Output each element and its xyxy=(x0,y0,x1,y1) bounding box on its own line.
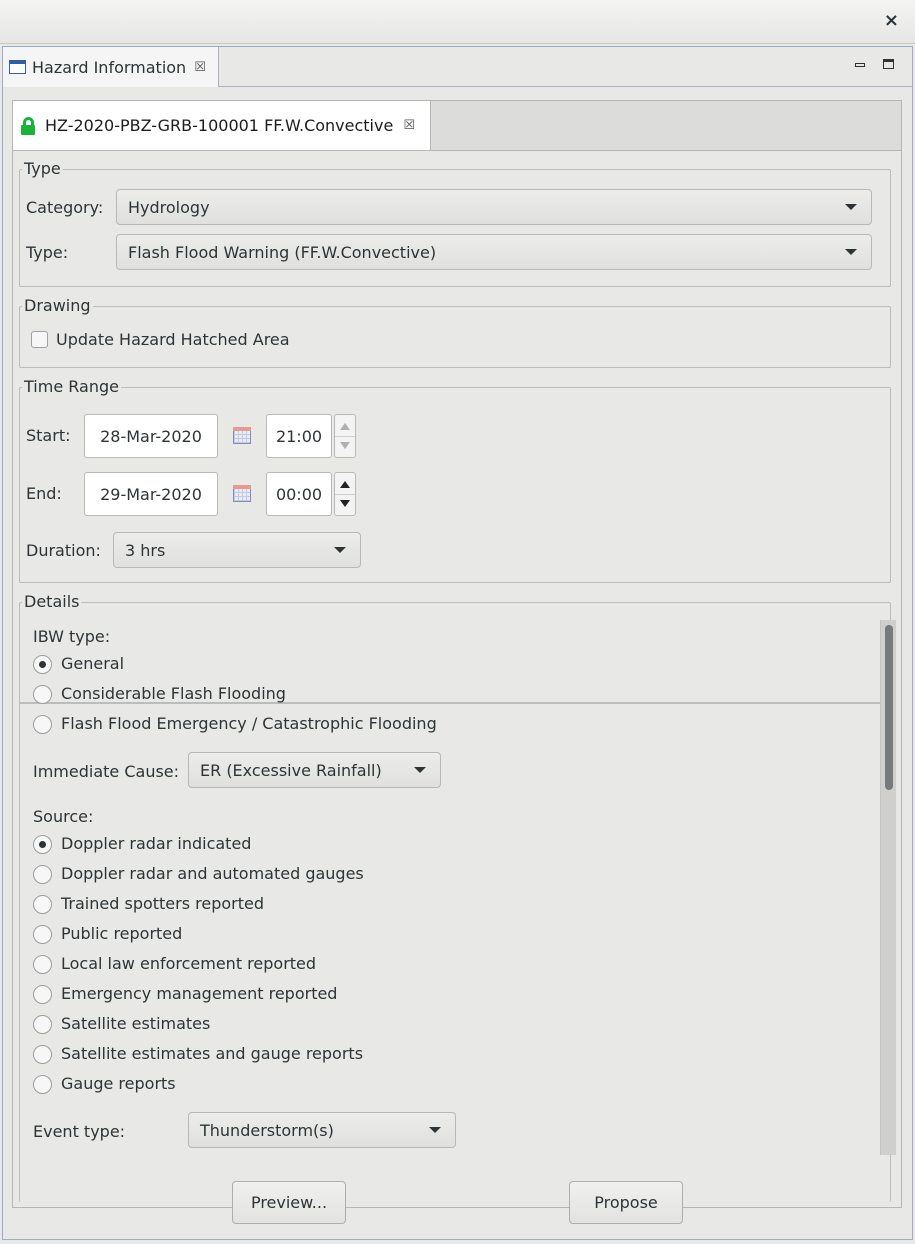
immediate-cause-select[interactable]: ER (Excessive Rainfall) xyxy=(188,752,441,788)
scrollbar-thumb[interactable] xyxy=(885,625,893,790)
radio-icon xyxy=(33,1014,52,1034)
start-time-spinner[interactable] xyxy=(334,414,356,458)
propose-button[interactable]: Propose xyxy=(569,1181,683,1224)
radio-label: Public reported xyxy=(61,924,183,943)
view-controls xyxy=(855,57,894,69)
editor-tab-close-icon[interactable]: ☒ xyxy=(403,118,415,133)
end-time-field[interactable]: 00:00 xyxy=(266,472,332,516)
tab-hazard-information[interactable]: Hazard Information ☒ xyxy=(3,47,219,87)
window-titlebar: × xyxy=(0,0,915,44)
start-date-field[interactable]: 28-Mar-2020 xyxy=(84,414,218,458)
radio-label: Emergency management reported xyxy=(61,984,338,1003)
radio-label: Considerable Flash Flooding xyxy=(61,684,286,703)
source-option[interactable]: Satellite estimates and gauge reports xyxy=(33,1044,363,1064)
category-value: Hydrology xyxy=(128,197,210,217)
chevron-down-icon xyxy=(845,204,857,210)
source-option[interactable]: Trained spotters reported xyxy=(33,894,264,914)
radio-label: Satellite estimates and gauge reports xyxy=(61,1044,364,1063)
event-type-value: Thunderstorm(s) xyxy=(200,1120,334,1140)
chevron-down-icon xyxy=(334,547,346,553)
immediate-cause-label: Immediate Cause: xyxy=(33,762,180,781)
end-time-spinner[interactable] xyxy=(334,472,356,516)
hazard-information-view: Hazard Information ☒ HZ-2020-PBZ-GRB-100… xyxy=(2,46,913,1240)
duration-label: Duration: xyxy=(26,541,101,560)
type-group-legend: Type xyxy=(22,159,63,179)
radio-label: Doppler radar and automated gauges xyxy=(61,864,364,883)
source-option[interactable]: Local law enforcement reported xyxy=(33,954,316,974)
editor-body: Type Category: Hydrology Type: Flash Flo… xyxy=(13,150,901,1207)
ibw-option-general[interactable]: General xyxy=(33,654,124,674)
duration-select[interactable]: 3 hrs xyxy=(113,532,361,568)
radio-icon xyxy=(33,1074,52,1094)
start-time-field[interactable]: 21:00 xyxy=(266,414,332,458)
category-select[interactable]: Hydrology xyxy=(116,189,872,225)
radio-label: Doppler radar indicated xyxy=(61,834,252,853)
immediate-cause-value: ER (Excessive Rainfall) xyxy=(200,760,382,780)
time-range-legend: Time Range xyxy=(22,377,121,397)
view-tab-close-icon[interactable]: ☒ xyxy=(194,60,206,75)
radio-label: Flash Flood Emergency / Catastrophic Flo… xyxy=(61,714,437,733)
source-option[interactable]: Gauge reports xyxy=(33,1074,176,1094)
radio-label: Satellite estimates xyxy=(61,1014,211,1033)
ibw-type-label: IBW type: xyxy=(33,627,111,646)
hazard-editor: HZ-2020-PBZ-GRB-100001 FF.W.Convective ☒… xyxy=(12,100,902,1208)
maximize-icon[interactable] xyxy=(883,59,894,69)
update-hatched-label: Update Hazard Hatched Area xyxy=(56,330,290,349)
preview-button[interactable]: Preview... xyxy=(232,1181,346,1224)
source-option[interactable]: Emergency management reported xyxy=(33,984,337,1004)
source-option[interactable]: Satellite estimates xyxy=(33,1014,210,1034)
source-option[interactable]: Doppler radar indicated xyxy=(33,834,251,854)
radio-icon xyxy=(33,714,52,734)
radio-icon xyxy=(33,924,52,944)
start-label: Start: xyxy=(26,426,71,445)
radio-label: Local law enforcement reported xyxy=(61,954,317,973)
details-group: Details IBW type: General Considerable F… xyxy=(19,592,896,1202)
category-label: Category: xyxy=(26,198,104,217)
minimize-icon[interactable] xyxy=(855,63,865,67)
drawing-group: Drawing Update Hazard Hatched Area xyxy=(19,296,891,368)
radio-selected-icon xyxy=(33,654,52,674)
source-label: Source: xyxy=(33,807,94,826)
duration-value: 3 hrs xyxy=(125,540,166,560)
source-option[interactable]: Doppler radar and automated gauges xyxy=(33,864,364,884)
ibw-option-emergency[interactable]: Flash Flood Emergency / Catastrophic Flo… xyxy=(33,714,437,734)
radio-label: Gauge reports xyxy=(61,1074,176,1093)
type-group: Type Category: Hydrology Type: Flash Flo… xyxy=(19,159,891,287)
type-label: Type: xyxy=(26,243,69,262)
editor-tab-label: HZ-2020-PBZ-GRB-100001 FF.W.Convective xyxy=(45,116,394,135)
update-hatched-checkbox[interactable] xyxy=(31,331,48,348)
chevron-down-icon xyxy=(414,767,426,773)
calendar-icon[interactable] xyxy=(233,485,251,502)
radio-label: Trained spotters reported xyxy=(61,894,265,913)
event-type-select[interactable]: Thunderstorm(s) xyxy=(188,1112,456,1148)
calendar-icon[interactable] xyxy=(233,427,251,444)
radio-icon xyxy=(33,864,52,884)
radio-icon xyxy=(33,1044,52,1064)
time-range-group: Time Range Start: 28-Mar-2020 21:00 End:… xyxy=(19,377,891,583)
type-value: Flash Flood Warning (FF.W.Convective) xyxy=(128,242,437,262)
event-type-label: Event type: xyxy=(33,1122,126,1141)
radio-icon xyxy=(33,954,52,974)
chevron-down-icon xyxy=(845,249,857,255)
window-icon xyxy=(9,60,26,74)
end-date-field[interactable]: 29-Mar-2020 xyxy=(84,472,218,516)
source-option[interactable]: Public reported xyxy=(33,924,182,944)
radio-label: General xyxy=(61,654,125,673)
ibw-option-considerable[interactable]: Considerable Flash Flooding xyxy=(33,684,286,704)
details-legend: Details xyxy=(22,592,82,612)
tab-hazard-event[interactable]: HZ-2020-PBZ-GRB-100001 FF.W.Convective ☒ xyxy=(13,101,431,150)
unlocked-icon xyxy=(21,116,37,135)
drawing-group-legend: Drawing xyxy=(22,296,93,316)
window-close-icon[interactable]: × xyxy=(884,10,899,32)
type-select[interactable]: Flash Flood Warning (FF.W.Convective) xyxy=(116,234,872,270)
chevron-down-icon xyxy=(429,1127,441,1133)
view-tab-divider xyxy=(219,86,912,87)
radio-selected-icon xyxy=(33,834,52,854)
radio-icon xyxy=(33,684,52,704)
radio-icon xyxy=(33,984,52,1004)
radio-icon xyxy=(33,894,52,914)
details-scrollbar[interactable] xyxy=(880,620,896,1155)
end-label: End: xyxy=(26,484,62,503)
view-tab-label: Hazard Information xyxy=(32,57,187,77)
